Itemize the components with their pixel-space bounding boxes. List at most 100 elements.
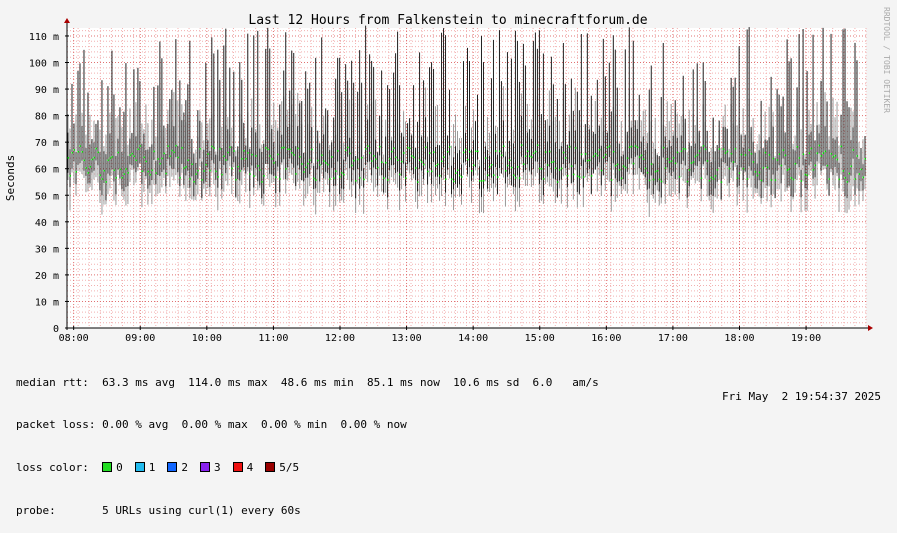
median-point [351, 164, 353, 167]
median-point [243, 150, 245, 152]
median-point [215, 170, 217, 173]
median-point [802, 153, 805, 155]
median-point [568, 146, 571, 148]
median-point [277, 153, 279, 156]
y-axis-arrow [64, 18, 70, 23]
median-point [500, 154, 503, 157]
median-point [516, 166, 519, 168]
median-point [726, 150, 729, 153]
median-point [341, 172, 343, 174]
median-point [600, 169, 603, 172]
median-point [331, 156, 333, 158]
median-point [490, 164, 493, 166]
median-point [610, 179, 613, 181]
median-point [353, 159, 355, 162]
median-point [387, 179, 389, 181]
loss-color-label-item: 5/5 [279, 461, 300, 475]
median-point [544, 151, 547, 153]
median-point [700, 177, 703, 179]
median-point [379, 145, 381, 148]
y-tick-label: 110 m [29, 32, 59, 43]
median-point [650, 163, 653, 165]
median-point [463, 151, 465, 154]
median-point [624, 166, 627, 169]
median-point [157, 158, 159, 160]
median-point [532, 152, 535, 155]
median-point [780, 164, 783, 167]
median-point [550, 161, 553, 164]
median-point [191, 163, 193, 165]
median-point [606, 146, 609, 149]
median-point [247, 152, 249, 154]
median-point [818, 144, 821, 147]
x-axis-arrow [868, 325, 873, 331]
median-point [117, 151, 119, 154]
median-point [357, 158, 359, 161]
median-point [798, 157, 801, 159]
median-point [345, 149, 347, 152]
median-point [133, 155, 135, 158]
median-point [323, 160, 325, 162]
median-point [758, 171, 761, 174]
median-point [161, 157, 163, 160]
median-point [381, 161, 383, 163]
median-point [674, 162, 677, 165]
median-point [401, 160, 403, 163]
loss-color-label-item: 2 [181, 461, 188, 475]
median-point [363, 178, 365, 181]
median-point [680, 150, 683, 152]
median-point [131, 152, 133, 155]
median-point [858, 173, 861, 175]
median-point [195, 173, 197, 175]
median-point [295, 173, 297, 175]
median-point [139, 145, 141, 147]
loss-color-swatch [265, 462, 276, 473]
median-point [808, 152, 811, 154]
median-point [698, 150, 701, 152]
median-point [554, 167, 557, 170]
median-point [588, 159, 591, 162]
median-point [760, 179, 763, 182]
median-point [391, 150, 393, 153]
median-point [578, 176, 581, 178]
median-point [73, 149, 75, 151]
median-point [361, 156, 363, 159]
median-point [594, 152, 597, 155]
median-point [461, 176, 463, 178]
median-point [257, 165, 259, 167]
median-point [241, 158, 243, 160]
loss-color-label-item: 0 [116, 461, 123, 475]
median-point [586, 159, 589, 162]
median-point [233, 150, 235, 152]
median-point [520, 144, 523, 146]
median-point [830, 153, 833, 155]
median-point [762, 167, 765, 169]
median-point [692, 161, 695, 163]
median-point [470, 170, 473, 172]
median-point [261, 181, 263, 183]
median-point [81, 151, 83, 153]
median-point [209, 169, 211, 172]
x-tick-label: 19:00 [791, 333, 821, 344]
median-point [423, 163, 425, 166]
median-point [850, 165, 853, 168]
median-point [85, 167, 87, 169]
median-point [678, 176, 681, 178]
median-point [558, 169, 561, 171]
median-point [620, 177, 623, 180]
median-point [614, 164, 617, 167]
median-point [453, 180, 455, 183]
median-point [285, 168, 287, 170]
median-point [153, 150, 155, 153]
median-point [435, 164, 437, 167]
median-point [772, 157, 775, 160]
median-point [820, 155, 823, 157]
median-point [720, 181, 723, 183]
median-point [530, 156, 533, 158]
median-point [526, 150, 529, 153]
median-point [540, 168, 543, 170]
median-point [560, 167, 563, 170]
median-point [359, 177, 361, 179]
median-point [506, 164, 509, 167]
median-point [415, 167, 417, 169]
